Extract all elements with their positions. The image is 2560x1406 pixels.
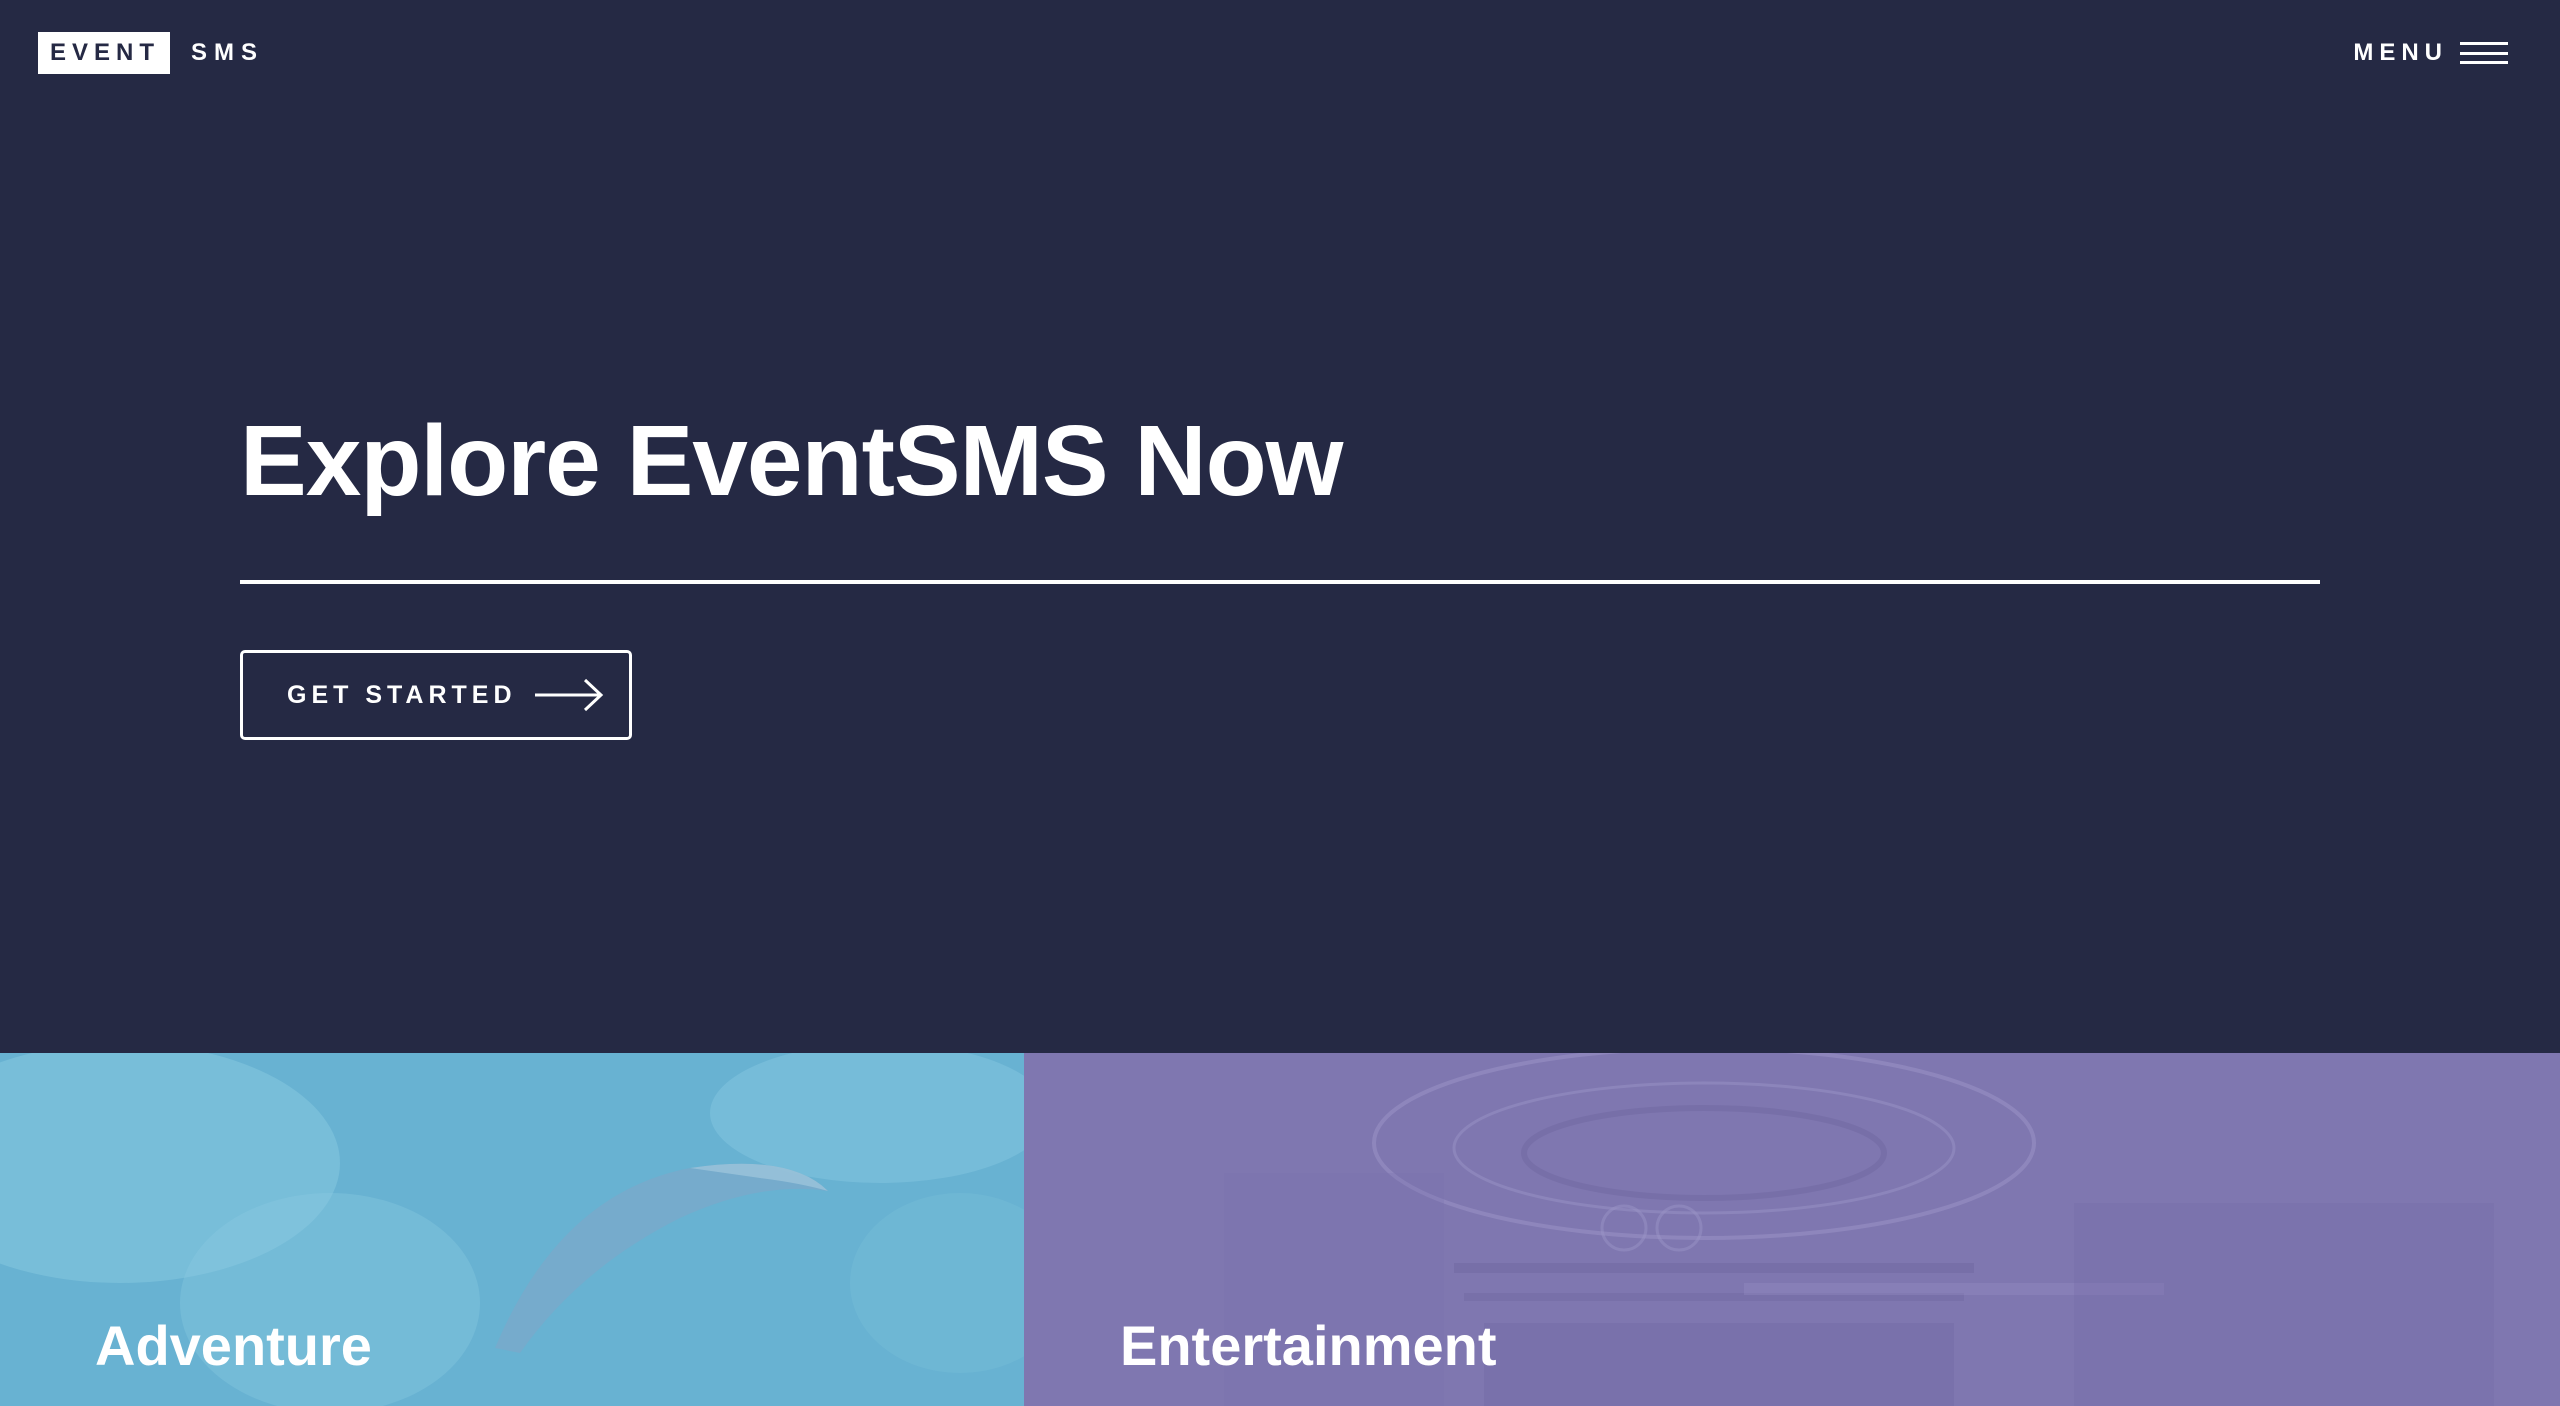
logo-text: SMS xyxy=(191,39,265,66)
site-header: EVENT SMS MENU xyxy=(0,0,2560,106)
page: EVENT SMS MENU Explore EventSMS Now GET … xyxy=(0,0,2560,1406)
menu-label: MENU xyxy=(2353,39,2448,66)
get-started-label: GET STARTED xyxy=(287,680,517,709)
category-tiles: Adventure Entertainment xyxy=(0,1053,2560,1406)
hero-divider xyxy=(240,580,2320,584)
hero-title: Explore EventSMS Now xyxy=(240,405,1343,517)
category-tile-adventure[interactable]: Adventure xyxy=(0,1053,1024,1406)
category-label-entertainment: Entertainment xyxy=(1120,1314,1497,1377)
category-tile-entertainment[interactable]: Entertainment xyxy=(1024,1053,2560,1406)
get-started-button[interactable]: GET STARTED xyxy=(240,650,632,740)
logo-box: EVENT xyxy=(38,32,171,74)
hamburger-icon xyxy=(2460,42,2508,64)
arrow-right-icon xyxy=(534,678,603,712)
menu-button[interactable]: MENU xyxy=(2353,32,2508,74)
category-label-adventure: Adventure xyxy=(95,1314,372,1377)
logo-link[interactable]: EVENT SMS xyxy=(38,32,264,74)
